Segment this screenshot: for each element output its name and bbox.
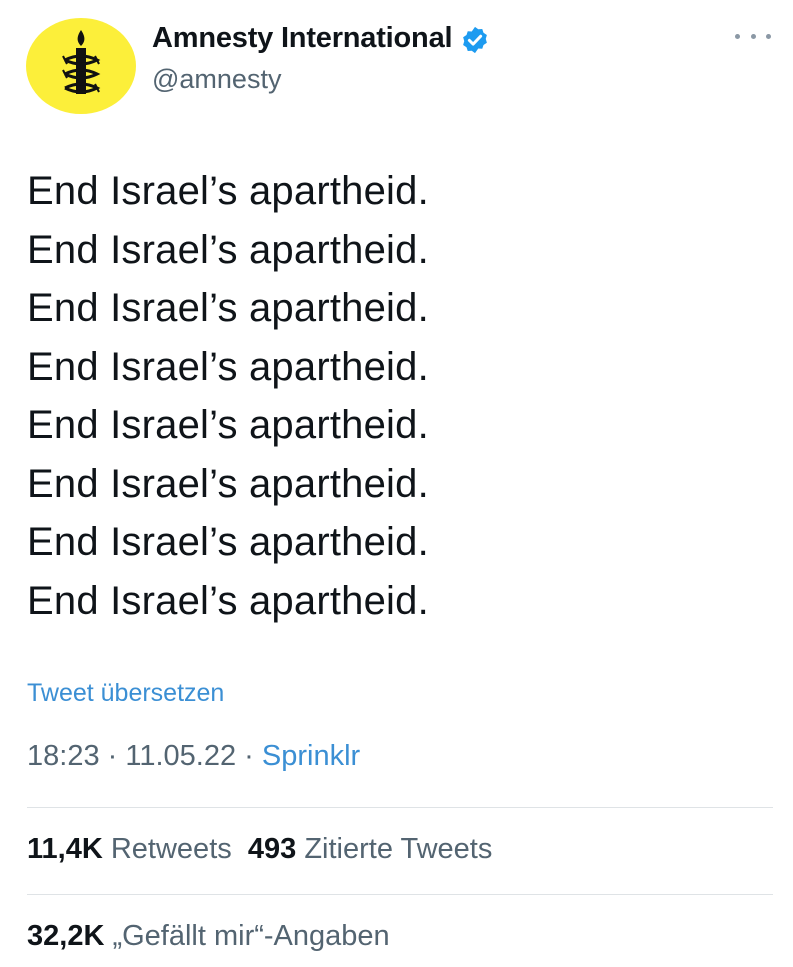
tweet-meta: 18:23 · 11.05.22 · Sprinklr bbox=[27, 740, 360, 773]
tweet-line: End Israel’s apartheid. bbox=[27, 403, 429, 447]
tweet-line: End Israel’s apartheid. bbox=[27, 344, 429, 389]
retweets-stat[interactable]: 11,4K Retweets bbox=[27, 833, 232, 865]
engagement-stats-row: 11,4K Retweets 493 Zitierte Tweets bbox=[27, 833, 492, 866]
quote-tweets-stat[interactable]: 493 Zitierte Tweets bbox=[248, 833, 493, 865]
author-handle[interactable]: @amnesty bbox=[152, 64, 281, 95]
tweet-date[interactable]: 11.05.22 bbox=[125, 740, 236, 772]
likes-stats-row: 32,2K „Gefällt mir“-Angaben bbox=[27, 920, 390, 953]
divider bbox=[27, 894, 773, 895]
retweets-count: 11,4K bbox=[27, 833, 103, 865]
likes-count: 32,2K bbox=[27, 920, 105, 952]
likes-label: „Gefällt mir“-Angaben bbox=[112, 920, 390, 952]
tweet-source-link[interactable]: Sprinklr bbox=[262, 740, 360, 772]
retweets-label: Retweets bbox=[110, 833, 232, 865]
author-name-row: Amnesty International bbox=[152, 22, 490, 55]
tweet-line: End Israel’s apartheid. bbox=[27, 578, 429, 623]
meta-separator: · bbox=[99, 740, 126, 772]
quotes-label: Zitierte Tweets bbox=[304, 833, 493, 865]
amnesty-candle-logo-icon bbox=[62, 30, 101, 94]
dot bbox=[766, 33, 771, 39]
translate-tweet-link[interactable]: Tweet übersetzen bbox=[27, 679, 224, 708]
tweet-line: End Israel’s apartheid. bbox=[27, 227, 429, 272]
dot bbox=[750, 33, 756, 39]
tweet-line: End Israel’s apartheid. bbox=[27, 461, 429, 506]
more-options-icon[interactable] bbox=[735, 26, 771, 46]
tweet-text: End Israel’s apartheid. End Israel’s apa… bbox=[27, 162, 429, 630]
tweet-line: End Israel’s apartheid. bbox=[27, 286, 429, 330]
dot bbox=[735, 33, 740, 39]
verified-badge-icon bbox=[463, 26, 488, 53]
tweet-time[interactable]: 18:23 bbox=[27, 740, 100, 772]
author-name[interactable]: Amnesty International bbox=[152, 22, 453, 55]
meta-separator: · bbox=[236, 740, 262, 772]
divider bbox=[27, 807, 773, 808]
avatar[interactable] bbox=[26, 18, 136, 114]
tweet-line: End Israel’s apartheid. bbox=[27, 169, 429, 213]
tweet-line: End Israel’s apartheid. bbox=[27, 520, 429, 564]
likes-stat[interactable]: 32,2K „Gefällt mir“-Angaben bbox=[27, 920, 390, 952]
quotes-count: 493 bbox=[247, 833, 297, 865]
